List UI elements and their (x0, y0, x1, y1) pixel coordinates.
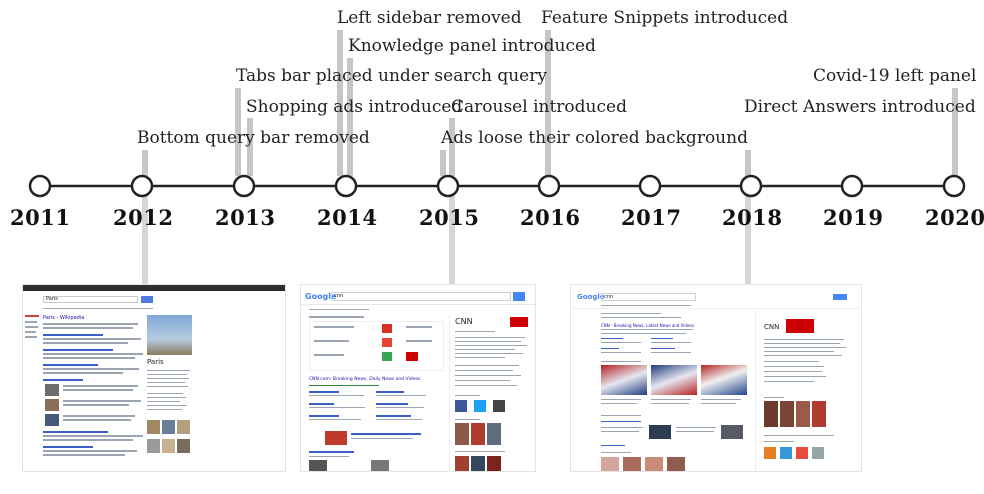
event-connector-6 (440, 150, 446, 176)
search-box: cnn (331, 292, 511, 301)
year-label-2014: 2014 (317, 205, 378, 230)
timeline-figure: Bottom query bar removed Tabs bar placed… (0, 0, 984, 494)
year-node-2011 (28, 174, 52, 198)
year-node-2020 (942, 174, 966, 198)
event-label-carousel: Carousel introduced (451, 97, 627, 117)
year-label-2015: 2015 (419, 205, 480, 230)
event-label-left-sidebar-removed: Left sidebar removed (337, 8, 522, 28)
year-label-2020: 2020 (925, 205, 984, 230)
year-node-2017 (638, 174, 662, 198)
serp-screenshot-2015: Google cnn CNN.com: Breaking News, Daily… (300, 284, 536, 472)
year-label-2011: 2011 (10, 205, 71, 230)
year-node-2014 (334, 174, 358, 198)
year-label-2018: 2018 (722, 205, 783, 230)
top-result-title: Paris - Wikipedia (43, 315, 85, 321)
year-node-2013 (232, 174, 256, 198)
top-result-title: CNN - Breaking News, Latest News and Vid… (601, 323, 694, 328)
knowledge-panel-title: Paris (147, 358, 164, 366)
top-bar (23, 285, 285, 291)
knowledge-panel: CNN (449, 315, 529, 471)
serp-screenshot-2018: Google cnn CNN - Breaking News, Latest N… (570, 284, 862, 472)
top-result-title: CNN.com: Breaking News, Daily News and V… (309, 377, 421, 382)
year-label-2013: 2013 (215, 205, 276, 230)
event-label-feature-snippets: Feature Snippets introduced (541, 8, 789, 28)
knowledge-panel-title: CNN (455, 317, 473, 326)
search-box: Paris (43, 296, 138, 303)
event-label-direct-answers: Direct Answers introduced (744, 97, 976, 117)
knowledge-panel: Paris (147, 315, 192, 465)
year-node-2012 (130, 174, 154, 198)
event-label-ads-background: Ads loose their colored background (441, 128, 748, 148)
event-label-knowledge-panel: Knowledge panel introduced (348, 36, 596, 56)
year-label-2017: 2017 (621, 205, 682, 230)
event-connector-0 (142, 150, 148, 176)
event-label-covid-panel: Covid-19 left panel (813, 66, 977, 86)
search-box: cnn (601, 293, 696, 301)
knowledge-panel-title: CNN (764, 323, 780, 331)
year-node-2016 (537, 174, 561, 198)
event-label-tabs-bar: Tabs bar placed under search query (236, 66, 547, 86)
event-label-bottom-query-bar-removed: Bottom query bar removed (137, 128, 370, 148)
year-node-2015 (436, 174, 460, 198)
year-node-2019 (840, 174, 864, 198)
knowledge-panel: CNN (755, 311, 851, 471)
search-icon (513, 292, 525, 301)
event-connector-8 (745, 150, 751, 176)
serp-screenshot-2012: Paris Paris - Wikipedia Paris (22, 284, 286, 472)
year-label-2019: 2019 (823, 205, 884, 230)
year-label-2016: 2016 (520, 205, 581, 230)
event-label-shopping-ads: Shopping ads introduced (246, 97, 463, 117)
search-icon (141, 296, 153, 303)
year-node-2018 (739, 174, 763, 198)
year-label-2012: 2012 (113, 205, 174, 230)
